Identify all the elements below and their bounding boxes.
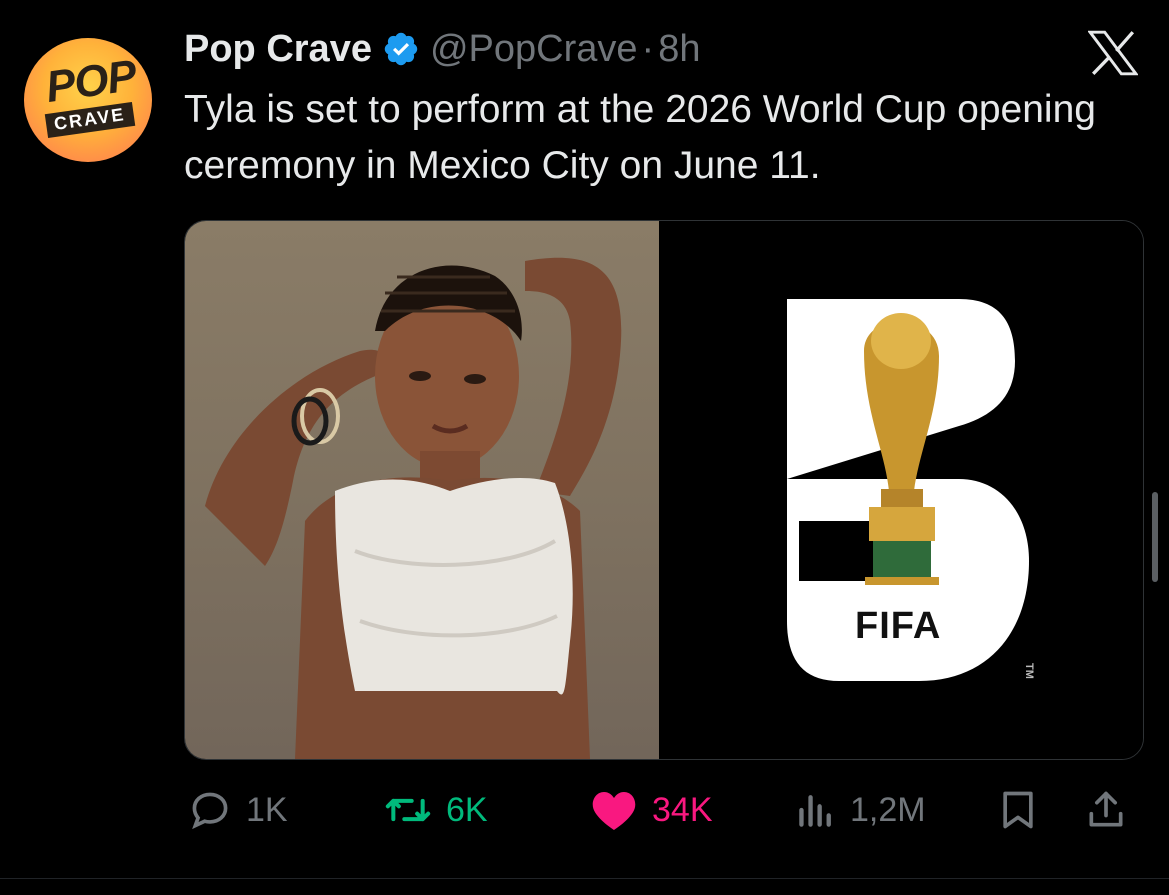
retweet-icon xyxy=(385,798,431,822)
x-logo-icon[interactable] xyxy=(1088,30,1138,76)
tweet-time[interactable]: 8h xyxy=(658,26,700,72)
display-name[interactable]: Pop Crave xyxy=(184,26,372,72)
reply-icon xyxy=(192,792,228,830)
reply-button[interactable]: 1K xyxy=(188,780,288,840)
tweet-text: Tyla is set to perform at the 2026 World… xyxy=(184,88,1096,187)
bookmark-icon xyxy=(1003,791,1033,829)
views-icon xyxy=(799,795,831,827)
tweet: POP CRAVE Pop Crave @PopCrave · 8h Tyla … xyxy=(0,0,1169,895)
scrollbar[interactable] xyxy=(1152,492,1158,582)
artist-photo[interactable] xyxy=(185,221,659,759)
account-handle[interactable]: @PopCrave xyxy=(430,26,638,72)
like-button[interactable]: 34K xyxy=(590,780,713,840)
action-bar: 1K 6K 34K 1,2M xyxy=(184,780,1144,840)
tweet-header: Pop Crave @PopCrave · 8h xyxy=(184,26,700,72)
artist-photo-illustration xyxy=(205,257,622,759)
share-button[interactable] xyxy=(1084,780,1128,840)
fifa-wordmark: FIFA xyxy=(855,605,942,647)
avatar-logo-top: POP xyxy=(42,50,139,113)
like-count: 34K xyxy=(652,790,713,829)
share-icon xyxy=(1089,791,1123,827)
views-count: 1,2M xyxy=(850,790,926,829)
divider xyxy=(0,878,1169,879)
verified-badge-icon xyxy=(384,32,418,66)
retweet-button[interactable]: 6K xyxy=(384,780,488,840)
bookmark-button[interactable] xyxy=(996,780,1040,840)
meta-separator: · xyxy=(641,28,655,70)
reply-count: 1K xyxy=(246,790,288,829)
retweet-count: 6K xyxy=(446,790,488,829)
trademark-mark: TM xyxy=(1022,663,1035,679)
media-card[interactable]: FIFA TM xyxy=(184,220,1144,760)
views-button[interactable]: 1,2M xyxy=(796,780,926,840)
avatar[interactable]: POP CRAVE xyxy=(24,38,152,162)
fifa-2026-logo[interactable]: FIFA TM xyxy=(659,221,1143,759)
heart-icon xyxy=(592,792,636,830)
fifa-26-graphic xyxy=(787,299,1029,681)
